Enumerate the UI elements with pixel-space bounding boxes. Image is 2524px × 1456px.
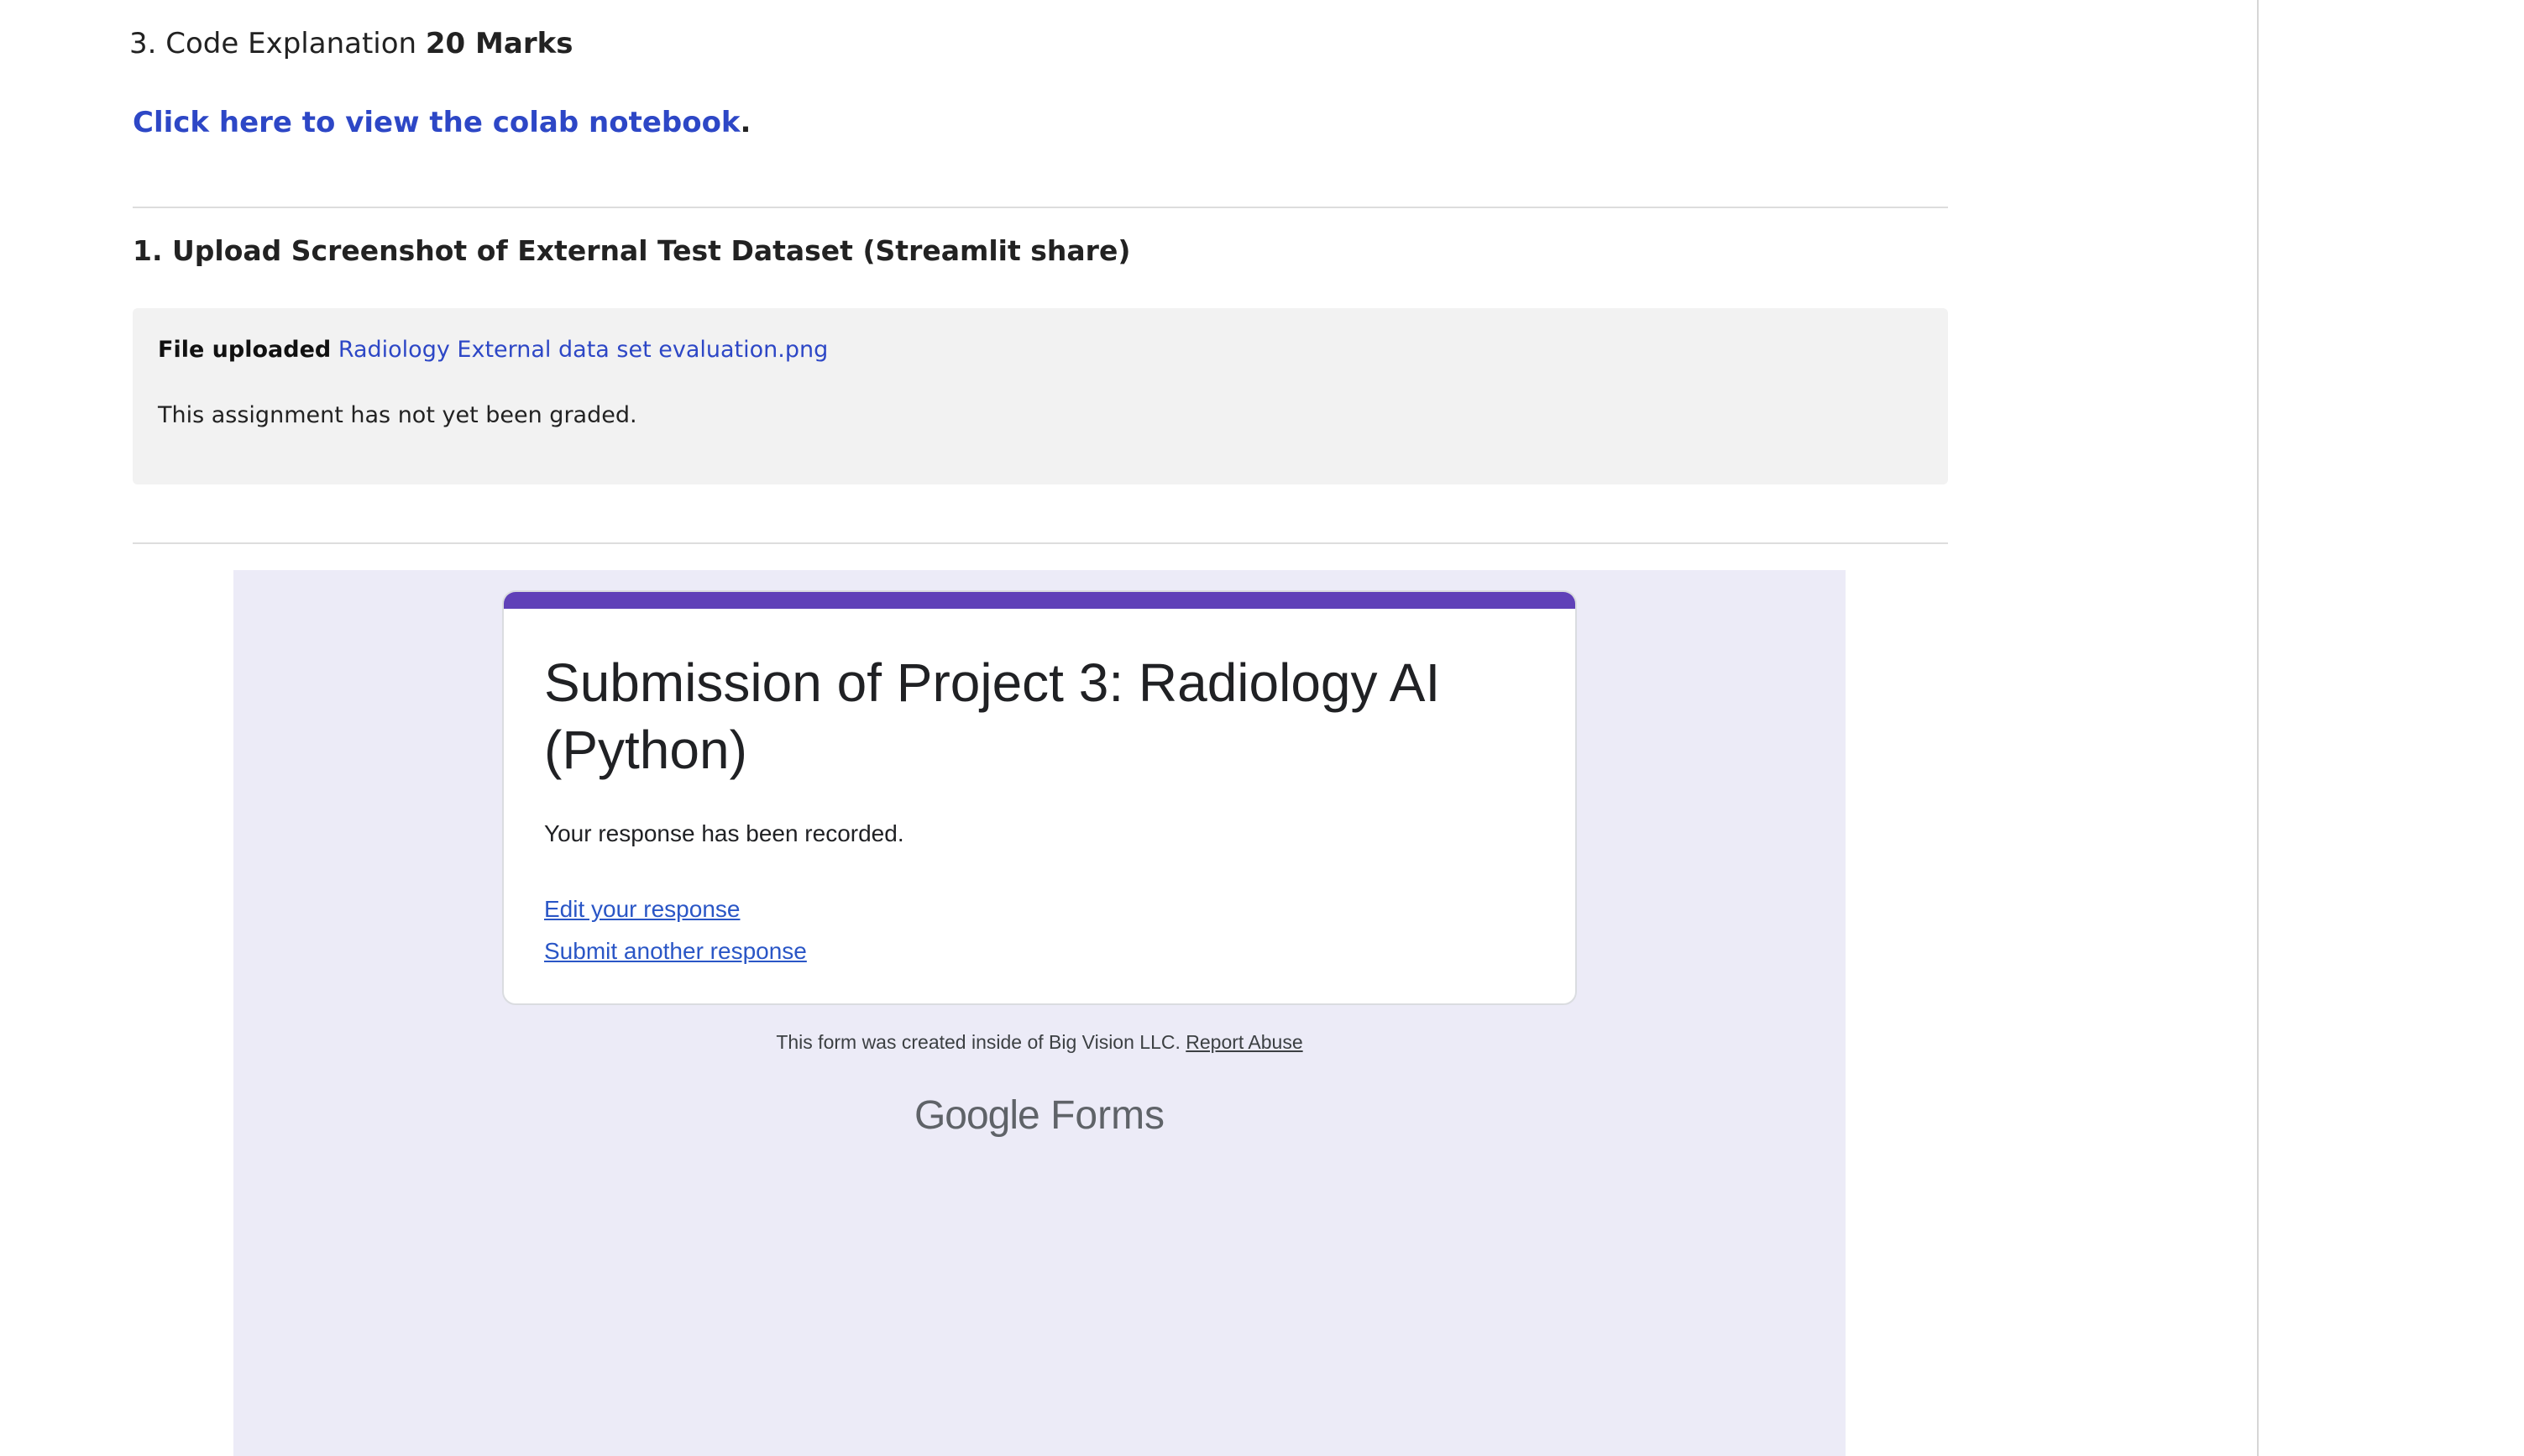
form-confirmation-card: Submission of Project 3: Radiology AI (P… (502, 590, 1577, 1005)
form-confirmation-message: Your response has been recorded. (544, 820, 904, 846)
form-footer: This form was created inside of Big Visi… (233, 1029, 1846, 1055)
question-title: 1. Upload Screenshot of External Test Da… (133, 234, 1131, 267)
file-uploaded-label: File uploaded (158, 337, 332, 363)
right-column-divider (2257, 0, 2259, 1456)
google-form-embed[interactable]: Submission of Project 3: Radiology AI (P… (233, 570, 1846, 1456)
page: 3. Code Explanation 20 Marks Click here … (0, 0, 2524, 1456)
google-forms-logo[interactable]: Google Forms (233, 1091, 1846, 1141)
colab-trailing-period: . (740, 106, 751, 139)
colab-notebook-line: Click here to view the colab notebook. (133, 102, 751, 143)
rubric-item-code-explanation: 3. Code Explanation 20 Marks (129, 24, 573, 64)
report-abuse-link[interactable]: Report Abuse (1186, 1031, 1302, 1053)
file-uploaded-line: File uploaded Radiology External data se… (158, 333, 828, 367)
upload-result-box: File uploaded Radiology External data se… (133, 308, 1948, 484)
colab-notebook-link[interactable]: Click here to view the colab notebook (133, 106, 741, 139)
forms-logo-word: Forms (1050, 1093, 1165, 1138)
google-logo-word: Google (914, 1093, 1040, 1138)
form-title: Submission of Project 3: Radiology AI (P… (544, 652, 1441, 780)
divider-top (133, 207, 1948, 208)
uploaded-file-link[interactable]: Radiology External data set evaluation.p… (338, 337, 828, 363)
form-accent-bar (504, 592, 1575, 609)
form-footer-text: This form was created inside of Big Visi… (776, 1031, 1181, 1053)
divider-bottom (133, 542, 1948, 544)
submit-another-response-link[interactable]: Submit another response (544, 935, 807, 968)
edit-response-link[interactable]: Edit your response (544, 893, 740, 926)
grade-status: This assignment has not yet been graded. (158, 402, 637, 428)
rubric-item-text: 3. Code Explanation (129, 27, 426, 60)
rubric-item-marks: 20 Marks (425, 27, 573, 60)
